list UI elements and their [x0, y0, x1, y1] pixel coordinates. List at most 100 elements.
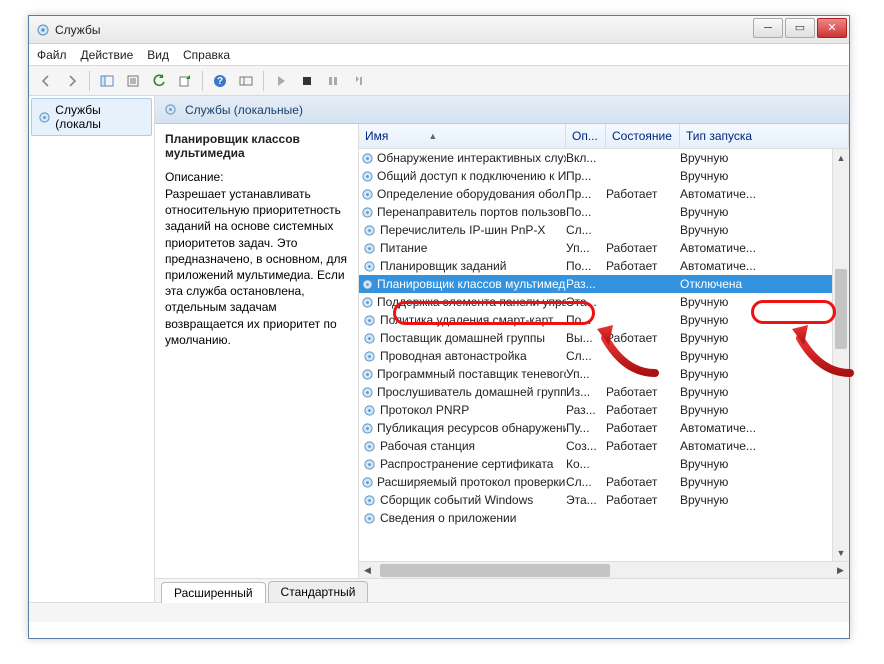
- service-desc: Сл...: [566, 223, 606, 237]
- service-row[interactable]: Проводная автонастройкаСл...Вручную: [359, 347, 849, 365]
- service-desc: Соз...: [566, 439, 606, 453]
- pause-service-button[interactable]: [322, 70, 344, 92]
- hscroll-thumb[interactable]: [380, 564, 610, 577]
- service-row[interactable]: Программный поставщик теневого...Уп...Вр…: [359, 365, 849, 383]
- selected-service-title: Планировщик классов мультимедиа: [165, 132, 348, 160]
- menu-view[interactable]: Вид: [147, 48, 169, 62]
- maximize-button[interactable]: ▭: [785, 18, 815, 38]
- minimize-button[interactable]: ─: [753, 18, 783, 38]
- service-row[interactable]: Определение оборудования оболо...Пр...Ра…: [359, 185, 849, 203]
- service-row[interactable]: Протокол PNRPРаз...РаботаетВручную: [359, 401, 849, 419]
- service-startup-type: Вручную: [680, 457, 849, 471]
- horizontal-scrollbar[interactable]: ◀ ▶: [359, 561, 849, 578]
- vertical-scrollbar[interactable]: ▲ ▼: [832, 149, 849, 561]
- properties-button[interactable]: [122, 70, 144, 92]
- forward-button[interactable]: [61, 70, 83, 92]
- gear-icon: [361, 242, 377, 255]
- service-name: Поддержка элемента панели управ...: [377, 295, 566, 309]
- service-name: Поставщик домашней группы: [380, 331, 545, 345]
- start-service-button[interactable]: [270, 70, 292, 92]
- tree-item-services-local[interactable]: Службы (локалы: [31, 98, 152, 136]
- service-state: Работает: [606, 385, 680, 399]
- service-startup-type: Вручную: [680, 403, 849, 417]
- menu-action[interactable]: Действие: [81, 48, 134, 62]
- menu-help[interactable]: Справка: [183, 48, 230, 62]
- service-startup-type: Вручную: [680, 205, 849, 219]
- tree-item-label: Службы (локалы: [55, 103, 145, 131]
- gear-icon: [361, 224, 377, 237]
- restart-service-button[interactable]: [348, 70, 370, 92]
- gear-icon: [38, 110, 51, 124]
- close-button[interactable]: ✕: [817, 18, 847, 38]
- service-state: Работает: [606, 187, 680, 201]
- service-state: Работает: [606, 241, 680, 255]
- service-row[interactable]: Расширяемый протокол проверки ...Сл...Ра…: [359, 473, 849, 491]
- gear-icon: [361, 260, 377, 273]
- statusbar: [29, 602, 849, 622]
- service-row[interactable]: Распространение сертификатаКо...Вручную: [359, 455, 849, 473]
- tab-extended[interactable]: Расширенный: [161, 582, 266, 603]
- description-label: Описание:: [165, 170, 348, 184]
- refresh-button[interactable]: [148, 70, 170, 92]
- service-name: Перенаправитель портов пользоват...: [377, 205, 566, 219]
- service-row[interactable]: Поставщик домашней группыВы...РаботаетВр…: [359, 329, 849, 347]
- service-desc: По...: [566, 259, 606, 273]
- tree-pane: Службы (локалы: [29, 96, 155, 602]
- service-name: Общий доступ к подключению к И...: [377, 169, 566, 183]
- app-icon: [35, 22, 51, 38]
- column-header-name[interactable]: Имя▲: [359, 124, 566, 148]
- scroll-left-icon[interactable]: ◀: [359, 562, 376, 579]
- gear-icon: [361, 278, 374, 291]
- service-row[interactable]: Планировщик заданийПо...РаботаетАвтомати…: [359, 257, 849, 275]
- service-row[interactable]: Общий доступ к подключению к И...Пр...Вр…: [359, 167, 849, 185]
- column-header-state[interactable]: Состояние: [606, 124, 680, 148]
- service-name: Проводная автонастройка: [380, 349, 527, 363]
- service-row[interactable]: Прослушиватель домашней группыИз...Работ…: [359, 383, 849, 401]
- service-state: Работает: [606, 259, 680, 273]
- service-startup-type: Вручную: [680, 223, 849, 237]
- menubar: Файл Действие Вид Справка: [29, 44, 849, 66]
- stop-service-button[interactable]: [296, 70, 318, 92]
- service-row[interactable]: Поддержка элемента панели управ...Эта...…: [359, 293, 849, 311]
- help-button[interactable]: ?: [209, 70, 231, 92]
- scroll-up-icon[interactable]: ▲: [833, 149, 849, 166]
- export-button[interactable]: [174, 70, 196, 92]
- scroll-down-icon[interactable]: ▼: [833, 544, 849, 561]
- gear-icon: [361, 350, 377, 363]
- service-row[interactable]: Публикация ресурсов обнаружения...Пу...Р…: [359, 419, 849, 437]
- service-desc: Уп...: [566, 241, 606, 255]
- service-startup-type: Вручную: [680, 367, 849, 381]
- right-header: Службы (локальные): [155, 96, 849, 124]
- service-row[interactable]: ПитаниеУп...РаботаетАвтоматиче...: [359, 239, 849, 257]
- service-name: Политика удаления смарт-карт: [380, 313, 554, 327]
- service-row[interactable]: Рабочая станцияСоз...РаботаетАвтоматиче.…: [359, 437, 849, 455]
- service-row[interactable]: Обнаружение интерактивных службВкл...Вру…: [359, 149, 849, 167]
- service-row[interactable]: Сборщик событий WindowsЭта...РаботаетВру…: [359, 491, 849, 509]
- tab-standard[interactable]: Стандартный: [268, 581, 369, 602]
- service-state: Работает: [606, 439, 680, 453]
- service-name: Планировщик заданий: [380, 259, 506, 273]
- service-desc: Сл...: [566, 475, 606, 489]
- service-name: Сборщик событий Windows: [380, 493, 533, 507]
- service-row[interactable]: Перенаправитель портов пользоват...По...…: [359, 203, 849, 221]
- menu-file[interactable]: Файл: [37, 48, 67, 62]
- service-name: Планировщик классов мультимедиа: [377, 277, 566, 291]
- service-startup-type: Вручную: [680, 313, 849, 327]
- column-header-description[interactable]: Оп...: [566, 124, 606, 148]
- service-startup-type: Вручную: [680, 493, 849, 507]
- service-startup-type: Автоматиче...: [680, 439, 849, 453]
- titlebar[interactable]: Службы ─ ▭ ✕: [29, 16, 849, 44]
- column-header-startup-type[interactable]: Тип запуска: [680, 124, 849, 148]
- service-row[interactable]: Планировщик классов мультимедиаРаз...Отк…: [359, 275, 849, 293]
- show-hide-tree-button[interactable]: [96, 70, 118, 92]
- console-button[interactable]: [235, 70, 257, 92]
- service-startup-type: Вручную: [680, 331, 849, 345]
- scroll-right-icon[interactable]: ▶: [832, 562, 849, 579]
- scroll-thumb[interactable]: [835, 269, 847, 349]
- service-row[interactable]: Сведения о приложении: [359, 509, 849, 527]
- back-button[interactable]: [35, 70, 57, 92]
- service-row[interactable]: Перечислитель IP-шин PnP-XСл...Вручную: [359, 221, 849, 239]
- service-desc: По...: [566, 205, 606, 219]
- service-row[interactable]: Политика удаления смарт-картПо...Вручную: [359, 311, 849, 329]
- gear-icon: [361, 512, 377, 525]
